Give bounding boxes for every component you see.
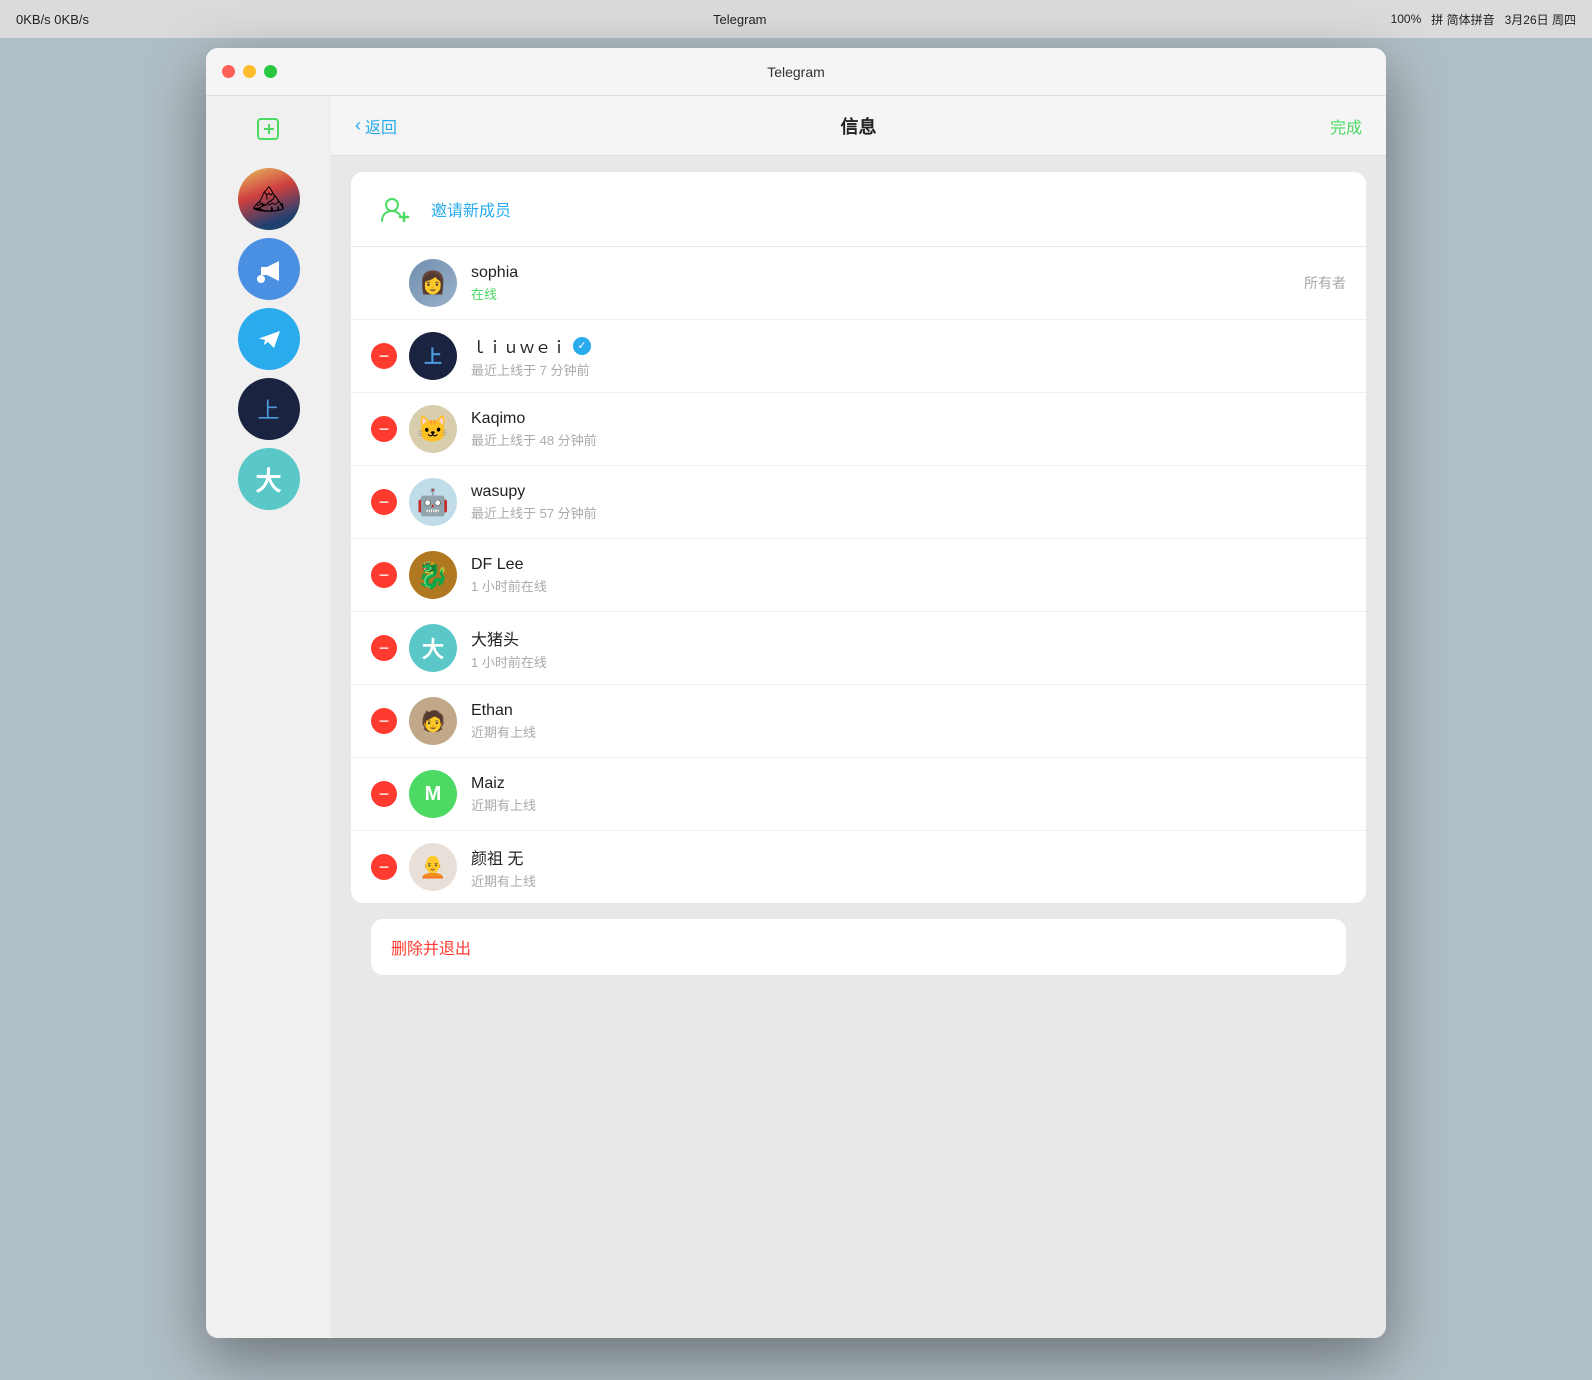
avatar-wasupy: 🤖 xyxy=(409,478,457,526)
member-role-sophia: 所有者 xyxy=(1304,273,1346,293)
member-row-yanzu: − 🧑‍🦲 颜祖 无 近期有上线 xyxy=(351,831,1366,903)
member-info-kaqimo: Kaqimo 最近上线于 48 分钟前 xyxy=(471,410,1346,449)
member-row-dflee: − 🐉 DF Lee 1 小时前在线 xyxy=(351,539,1366,612)
window-title: Telegram xyxy=(767,64,825,80)
invite-icon xyxy=(371,186,417,232)
member-name-maiz: Maiz xyxy=(471,775,1346,793)
member-status-liuwei: 最近上线于 7 分钟前 xyxy=(471,360,1346,379)
member-info-sophia: sophia 在线 xyxy=(471,264,1346,303)
sidebar-item-user-dark[interactable]: 上 xyxy=(238,378,300,440)
member-status-sophia: 在线 xyxy=(471,284,1346,303)
member-info-dazhu: 大猪头 1 小时前在线 xyxy=(471,626,1346,671)
app-body: 🏔 上 大 xyxy=(206,96,1386,1338)
member-status-ethan: 近期有上线 xyxy=(471,722,1346,741)
member-status-dflee: 1 小时前在线 xyxy=(471,576,1346,595)
minimize-button[interactable] xyxy=(243,65,256,78)
member-name-wasupy: wasupy xyxy=(471,483,1346,501)
menubar-app-name: Telegram xyxy=(713,12,766,27)
window-controls xyxy=(222,65,277,78)
avatar-yanzu: 🧑‍🦲 xyxy=(409,843,457,891)
close-button[interactable] xyxy=(222,65,235,78)
delete-card: 删除并退出 xyxy=(371,919,1346,975)
members-container: 邀请新成员 👩 sophia 在线 所有者 xyxy=(331,156,1386,1338)
member-row-maiz: − M Maiz 近期有上线 xyxy=(351,758,1366,831)
menubar-battery: 100% xyxy=(1391,12,1422,26)
member-info-dflee: DF Lee 1 小时前在线 xyxy=(471,556,1346,595)
remove-button-dazhu[interactable]: − xyxy=(371,635,397,661)
menubar-input: 拼 简体拼音 xyxy=(1431,11,1494,28)
member-row-dazhu: − 大 大猪头 1 小时前在线 xyxy=(351,612,1366,685)
done-button[interactable]: 完成 xyxy=(1330,114,1362,138)
main-content: ‹ 返回 信息 完成 xyxy=(331,96,1386,1338)
avatar-kaqimo: 🐱 xyxy=(409,405,457,453)
member-name-ethan: Ethan xyxy=(471,702,1346,720)
back-chevron: ‹ xyxy=(355,115,361,136)
member-row-kaqimo: − 🐱 Kaqimo 最近上线于 48 分钟前 xyxy=(351,393,1366,466)
member-name-kaqimo: Kaqimo xyxy=(471,410,1346,428)
sidebar: 🏔 上 大 xyxy=(206,96,331,1338)
menubar-network: 0KB/s 0KB/s xyxy=(16,12,89,27)
avatar-dazhu: 大 xyxy=(409,624,457,672)
titlebar: Telegram xyxy=(206,48,1386,96)
sidebar-item-group-avatar[interactable]: 🏔 xyxy=(238,168,300,230)
sidebar-item-channels[interactable] xyxy=(238,238,300,300)
members-card: 邀请新成员 👩 sophia 在线 所有者 xyxy=(351,172,1366,903)
member-name-dazhu: 大猪头 xyxy=(471,626,1346,650)
member-row-wasupy: − 🤖 wasupy 最近上线于 57 分钟前 xyxy=(351,466,1366,539)
remove-button-wasupy[interactable]: − xyxy=(371,489,397,515)
avatar-dflee: 🐉 xyxy=(409,551,457,599)
member-status-maiz: 近期有上线 xyxy=(471,795,1346,814)
compose-button[interactable] xyxy=(247,108,291,152)
verified-icon-liuwei: ✓ xyxy=(573,337,591,355)
page-title: 信息 xyxy=(841,113,877,139)
member-status-yanzu: 近期有上线 xyxy=(471,871,1346,890)
avatar-maiz: M xyxy=(409,770,457,818)
member-info-yanzu: 颜祖 无 近期有上线 xyxy=(471,845,1346,890)
menubar-right: 100% 拼 简体拼音 3月26日 周四 xyxy=(1391,11,1576,28)
avatar-ethan: 🧑 xyxy=(409,697,457,745)
remove-button-ethan[interactable]: − xyxy=(371,708,397,734)
remove-button-maiz[interactable]: − xyxy=(371,781,397,807)
member-name-dflee: DF Lee xyxy=(471,556,1346,574)
member-status-wasupy: 最近上线于 57 分钟前 xyxy=(471,503,1346,522)
member-info-maiz: Maiz 近期有上线 xyxy=(471,775,1346,814)
member-name-liuwei: ｌｉｕｗｅｉ ✓ xyxy=(471,334,1346,358)
maximize-button[interactable] xyxy=(264,65,277,78)
member-row-ethan: − 🧑 Ethan 近期有上线 xyxy=(351,685,1366,758)
back-button[interactable]: ‹ 返回 xyxy=(355,114,397,138)
invite-label: 邀请新成员 xyxy=(431,197,511,221)
member-row-liuwei: − 上 ｌｉｕｗｅｉ ✓ 最近上线于 7 分钟前 xyxy=(351,320,1366,393)
app-window: Telegram 🏔 xyxy=(206,48,1386,1338)
member-info-wasupy: wasupy 最近上线于 57 分钟前 xyxy=(471,483,1346,522)
member-name-yanzu: 颜祖 无 xyxy=(471,845,1346,869)
back-label: 返回 xyxy=(365,114,397,138)
header: ‹ 返回 信息 完成 xyxy=(331,96,1386,156)
menubar-left: 0KB/s 0KB/s xyxy=(16,12,89,27)
avatar-sophia: 👩 xyxy=(409,259,457,307)
remove-button-dflee[interactable]: − xyxy=(371,562,397,588)
member-status-dazhu: 1 小时前在线 xyxy=(471,652,1346,671)
member-name-sophia: sophia xyxy=(471,264,1346,282)
member-row-sophia: 👩 sophia 在线 所有者 xyxy=(351,247,1366,320)
remove-button-yanzu[interactable]: − xyxy=(371,854,397,880)
member-status-kaqimo: 最近上线于 48 分钟前 xyxy=(471,430,1346,449)
invite-row[interactable]: 邀请新成员 xyxy=(351,172,1366,247)
member-info-ethan: Ethan 近期有上线 xyxy=(471,702,1346,741)
sidebar-item-telegram[interactable] xyxy=(238,308,300,370)
remove-button-kaqimo[interactable]: − xyxy=(371,416,397,442)
member-info-liuwei: ｌｉｕｗｅｉ ✓ 最近上线于 7 分钟前 xyxy=(471,334,1346,379)
menubar-date: 3月26日 周四 xyxy=(1505,11,1576,28)
delete-leave-button[interactable]: 删除并退出 xyxy=(371,919,1346,975)
menubar: 0KB/s 0KB/s Telegram 100% 拼 简体拼音 3月26日 周… xyxy=(0,0,1592,38)
sidebar-item-user-teal[interactable]: 大 xyxy=(238,448,300,510)
avatar-liuwei: 上 xyxy=(409,332,457,380)
remove-button-liuwei[interactable]: − xyxy=(371,343,397,369)
